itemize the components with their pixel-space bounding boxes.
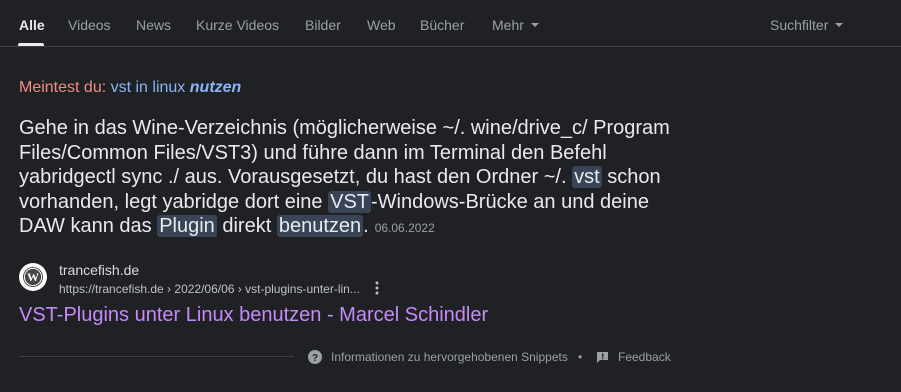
wordpress-icon[interactable]: W — [19, 263, 47, 291]
snippet-highlight: vst — [572, 166, 602, 188]
svg-text:?: ? — [312, 353, 318, 364]
feedback-icon[interactable] — [596, 351, 609, 364]
snippet-highlight: Plugin — [157, 215, 217, 237]
search-filter-label: Suchfilter — [770, 17, 829, 33]
did-you-mean-link[interactable]: vst in linux nutzen — [111, 79, 242, 96]
chevron-down-icon — [835, 23, 844, 28]
snippet-highlight: VST — [328, 190, 372, 213]
snippet-text: . — [363, 215, 369, 237]
did-you-mean: Meintest du: vst in linux nutzen — [19, 79, 241, 97]
snippet-text: direkt — [216, 215, 277, 237]
search-filter-button[interactable]: Suchfilter — [770, 17, 844, 33]
result-url[interactable]: https://trancefish.de › 2022/06/06 › vst… — [59, 282, 360, 296]
result-title-link[interactable]: VST-Plugins unter Linux benutzen - Marce… — [19, 304, 488, 327]
did-you-mean-prefix: Meintest du: — [19, 79, 107, 96]
snippets-info-link[interactable]: Informationen zu hervorgehobenen Snippet… — [331, 350, 568, 364]
tab-news[interactable]: News — [136, 17, 171, 33]
did-you-mean-query-bold: nutzen — [189, 79, 242, 96]
tab-books[interactable]: Bücher — [420, 17, 464, 33]
feedback-link[interactable]: Feedback — [618, 350, 671, 364]
divider — [19, 356, 294, 357]
more-options-icon[interactable] — [372, 280, 382, 296]
chevron-down-icon — [530, 23, 539, 28]
tab-images[interactable]: Bilder — [305, 17, 341, 33]
tab-short-videos[interactable]: Kurze Videos — [196, 17, 279, 33]
featured-snippet: Gehe in das Wine-Verzeichnis (möglicherw… — [19, 116, 679, 241]
search-tabs: Alle Videos News Kurze Videos Bilder Web… — [0, 0, 901, 47]
active-tab-indicator — [18, 43, 44, 46]
snippet-highlight: benutzen — [276, 215, 364, 237]
tab-videos[interactable]: Videos — [68, 17, 111, 33]
snippet-date: 06.06.2022 — [374, 221, 435, 235]
footer-separator: • — [578, 350, 583, 364]
tab-web[interactable]: Web — [367, 17, 396, 33]
tab-more[interactable]: Mehr — [492, 17, 539, 33]
tab-all[interactable]: Alle — [19, 17, 45, 33]
did-you-mean-query: vst in linux — [110, 79, 186, 96]
svg-text:W: W — [27, 270, 39, 284]
help-icon[interactable]: ? — [308, 350, 322, 364]
tab-more-label: Mehr — [492, 17, 524, 33]
result-site-name[interactable]: trancefish.de — [59, 262, 139, 278]
